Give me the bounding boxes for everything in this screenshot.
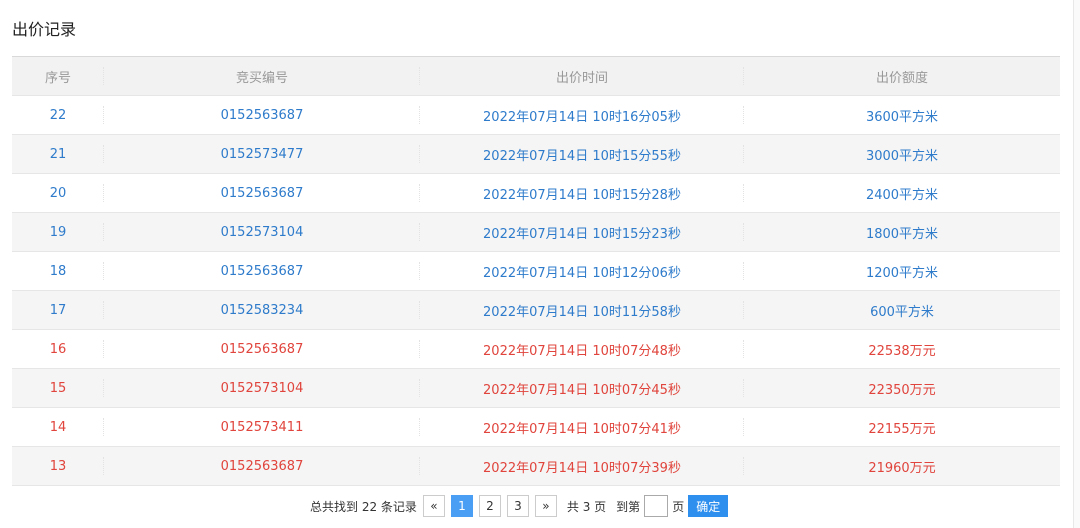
table-row: 19 0152573104 2022年07月14日 10时15分23秒 1800平方米 [12,213,1060,252]
cell-no: 20 [12,174,104,212]
cell-no: 17 [12,291,104,329]
cell-bid-amount: 22350万元 [868,382,936,398]
cell-bid-time: 2022年07月14日 10时07分41秒 [420,408,744,446]
page-button-1[interactable]: 1 [450,495,473,517]
cell-no: 21 [12,135,104,173]
cell-bid-time: 2022年07月14日 10时15分23秒 [420,213,744,251]
cell-bid-time: 2022年07月14日 10时07分45秒 [420,369,744,407]
cell-bid-amount: 21960万元 [868,460,936,476]
table-row: 14 0152573411 2022年07月14日 10时07分41秒 22155万元 [12,408,1060,447]
table-row: 20 0152563687 2022年07月14日 10时15分28秒 2400平方米 [12,174,1060,213]
table-row: 15 0152573104 2022年07月14日 10时07分45秒 22350万元 [12,369,1060,408]
scrollbar[interactable] [1073,0,1080,528]
cell-bidder-id: 0152573104 [104,369,420,407]
cell-bidder-id: 0152563687 [104,96,420,134]
cell-bidder-id: 0152563687 [104,252,420,290]
table-row: 22 0152563687 2022年07月14日 10时16分05秒 3600平方米 [12,96,1060,135]
header-bid-time: 出价时间 [420,57,744,95]
cell-bid-amount: 3000平方米 [865,148,939,164]
cell-bid-time: 2022年07月14日 10时16分05秒 [420,96,744,134]
total-records-text: 总共找到 22 条记录 [310,499,417,514]
table-row: 17 0152583234 2022年07月14日 10时11分58秒 600平方米 [12,291,1060,330]
header-bidder-id: 竞买编号 [104,57,420,95]
cell-no: 14 [12,408,104,446]
bid-records-table: 序号 竞买编号 出价时间 出价额度 22 0152563687 2022年07月14… [12,56,1060,486]
cell-bidder-id: 0152573104 [104,213,420,251]
table-row: 18 0152563687 2022年07月14日 10时12分06秒 1200平方米 [12,252,1060,291]
confirm-button[interactable]: 确定 [688,495,729,517]
goto-page-input[interactable] [644,495,669,517]
cell-bid-time: 2022年07月14日 10时15分55秒 [420,135,744,173]
cell-bid-time: 2022年07月14日 10时11分58秒 [420,291,744,329]
cell-bid-amount: 1200平方米 [865,265,939,281]
cell-no: 15 [12,369,104,407]
cell-bid-amount: 2400平方米 [865,187,939,203]
cell-bidder-id: 0152563687 [104,174,420,212]
table-row: 16 0152563687 2022年07月14日 10时07分48秒 22538万元 [12,330,1060,369]
prev-page-button[interactable]: « [422,495,445,517]
cell-bidder-id: 0152563687 [104,330,420,368]
next-page-button[interactable]: » [534,495,557,517]
page-button-3[interactable]: 3 [506,495,529,517]
table-header: 序号 竞买编号 出价时间 出价额度 [12,57,1060,96]
cell-bid-amount: 3600平方米 [865,109,939,125]
cell-no: 13 [12,447,104,485]
goto-label: 到第 [616,499,641,514]
table-row: 13 0152563687 2022年07月14日 10时07分39秒 21960万元 [12,447,1060,486]
cell-bid-time: 2022年07月14日 10时07分39秒 [420,447,744,485]
cell-bid-time: 2022年07月14日 10时15分28秒 [420,174,744,212]
page-suffix: 页 [672,499,685,514]
cell-no: 18 [12,252,104,290]
cell-bidder-id: 0152563687 [104,447,420,485]
cell-no: 22 [12,96,104,134]
cell-bidder-id: 0152583234 [104,291,420,329]
pagination: 总共找到 22 条记录 « 1 2 3 » 共 3 页 到第 页 确定 [310,495,729,517]
table-row: 21 0152573477 2022年07月14日 10时15分55秒 3000平方米 [12,135,1060,174]
header-no: 序号 [12,57,104,95]
page-button-2[interactable]: 2 [478,495,501,517]
cell-bid-amount: 22538万元 [868,343,936,359]
cell-bid-amount: 22155万元 [868,421,936,437]
header-bid-amount: 出价额度 [875,70,928,86]
cell-bidder-id: 0152573411 [104,408,420,446]
cell-bid-time: 2022年07月14日 10时07分48秒 [420,330,744,368]
cell-bid-amount: 600平方米 [870,304,934,320]
cell-bid-time: 2022年07月14日 10时12分06秒 [420,252,744,290]
page-title: 出价记录 [12,20,77,39]
cell-bid-amount: 1800平方米 [865,226,939,242]
cell-no: 16 [12,330,104,368]
cell-no: 19 [12,213,104,251]
page-count-text: 共 3 页 [566,499,607,514]
cell-bidder-id: 0152573477 [104,135,420,173]
